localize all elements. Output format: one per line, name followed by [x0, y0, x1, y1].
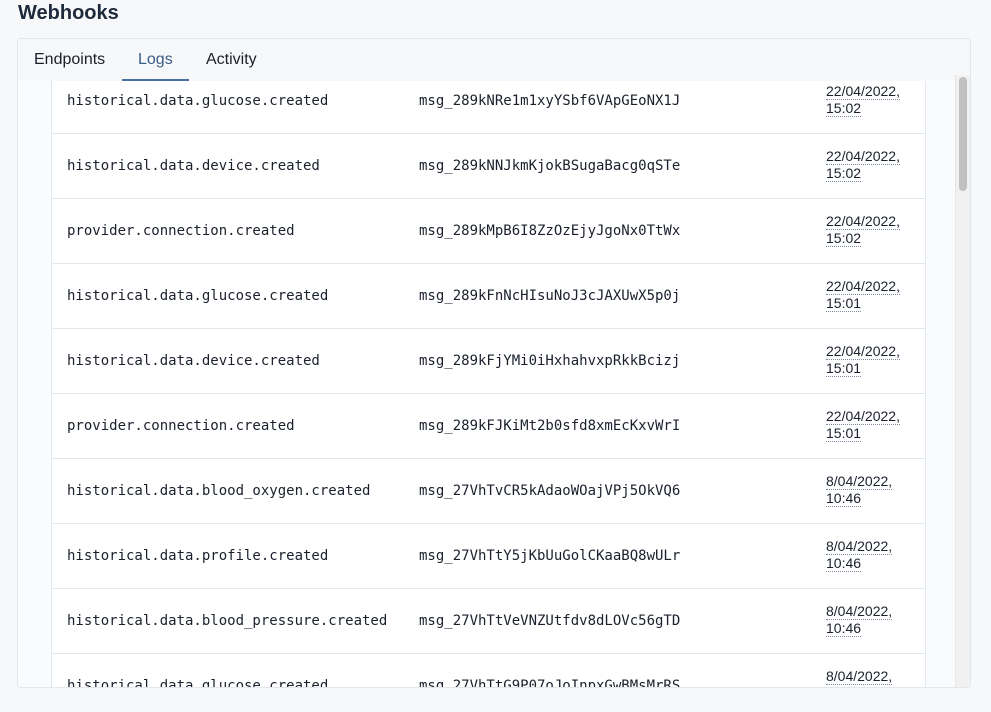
timestamp-date: 22/04/2022, — [826, 148, 900, 165]
timestamp-cell: 22/04/2022, 15:01 — [826, 343, 916, 377]
event-type-cell: historical.data.glucose.created — [67, 288, 329, 304]
timestamp-time: 15:01 — [826, 360, 862, 377]
timestamp-time: 15:01 — [826, 295, 862, 312]
message-id-cell: msg_289kNNJkmKjokBSugaBacg0qSTe — [419, 158, 681, 174]
timestamp-date: 22/04/2022, — [826, 408, 900, 425]
message-id-cell: msg_27VhTtVeVNZUtfdv8dLOVc56gTD — [419, 613, 681, 629]
timestamp-date: 22/04/2022, — [826, 278, 900, 295]
message-id-cell: msg_27VhTtG9P07oJoInpxGwBMsMrRS — [419, 678, 681, 687]
message-id-cell: msg_289kMpB6I8ZzOzEjyJgoNx0TtWx — [419, 223, 681, 239]
timestamp-date: 22/04/2022, — [826, 343, 900, 360]
table-row[interactable]: historical.data.blood_oxygen.created msg_… — [52, 459, 925, 524]
timestamp-date: 8/04/2022, — [826, 473, 893, 490]
timestamp-cell: 8/04/2022,10:46 — [826, 603, 916, 637]
message-id-cell: msg_289kFnNcHIsuNoJ3cJAXUwX5p0j — [419, 288, 681, 304]
timestamp-time: 15:02 — [826, 230, 862, 247]
timestamp-time: 10:46 — [826, 490, 862, 507]
message-id-cell: msg_289kFjYMi0iHxhahvxpRkkBcizj — [419, 353, 681, 369]
timestamp-time: 15:01 — [826, 425, 862, 442]
table-row[interactable]: historical.data.profile.created msg_27VhT… — [52, 524, 925, 589]
timestamp-time: 10:46 — [826, 620, 862, 637]
event-type-cell: historical.data.blood_oxygen.created — [67, 483, 371, 499]
table-row[interactable]: historical.data.device.created msg_289kNN… — [52, 134, 925, 199]
timestamp-cell: 22/04/2022, 15:01 — [826, 278, 916, 312]
scrollbar-thumb[interactable] — [959, 77, 967, 191]
event-type-cell: historical.data.profile.created — [67, 548, 329, 564]
table-row[interactable]: provider.connection.created msg_289kFJKiM… — [52, 394, 925, 459]
timestamp-cell: 22/04/2022, 15:02 — [826, 213, 916, 247]
timestamp-cell: 8/04/2022,10:46 — [826, 538, 916, 572]
timestamp-cell: 8/04/2022,10:46 — [826, 473, 916, 507]
timestamp-time: 15:02 — [826, 165, 862, 182]
event-type-cell: provider.connection.created — [67, 223, 295, 239]
timestamp-cell: 22/04/2022, 15:02 — [826, 83, 916, 117]
logs-table-body: historical.data.glucose.created msg_289kN… — [52, 81, 925, 687]
event-type-cell: historical.data.blood_pressure.created — [67, 613, 388, 629]
event-type-cell: historical.data.glucose.created — [67, 678, 329, 687]
timestamp-date: 22/04/2022, — [826, 213, 900, 230]
event-type-cell: historical.data.glucose.created — [67, 93, 329, 109]
table-row[interactable]: historical.data.glucose.created msg_27VhT… — [52, 654, 925, 687]
timestamp-cell: 22/04/2022, 15:02 — [826, 148, 916, 182]
table-row[interactable]: provider.connection.created msg_289kMpB6I… — [52, 199, 925, 264]
logs-table: historical.data.glucose.created msg_289kN… — [51, 81, 926, 687]
webhooks-panel: Endpoints Logs Activity historical.data.… — [17, 38, 971, 688]
timestamp-cell: 8/04/2022,10:46 — [826, 668, 916, 687]
timestamp-date: 8/04/2022, — [826, 538, 893, 555]
event-type-cell: historical.data.device.created — [67, 353, 320, 369]
message-id-cell: msg_289kNRe1m1xyYSbf6VApGEoNX1J — [419, 93, 681, 109]
tab-bar: Endpoints Logs Activity — [18, 39, 970, 82]
tab-endpoints[interactable]: Endpoints — [34, 39, 105, 80]
tab-logs[interactable]: Logs — [122, 39, 189, 81]
vertical-scrollbar[interactable] — [955, 75, 970, 687]
timestamp-date: 22/04/2022, — [826, 83, 900, 100]
message-id-cell: msg_289kFJKiMt2b0sfd8xmEcKxvWrI — [419, 418, 681, 434]
timestamp-date: 8/04/2022, — [826, 603, 893, 620]
logs-scroll-area[interactable]: historical.data.glucose.created msg_289kN… — [18, 81, 970, 687]
table-row[interactable]: historical.data.glucose.created msg_289kN… — [52, 81, 925, 134]
timestamp-time: 10:46 — [826, 685, 862, 687]
timestamp-time: 10:46 — [826, 555, 862, 572]
table-row[interactable]: historical.data.device.created msg_289kFj… — [52, 329, 925, 394]
table-row[interactable]: historical.data.glucose.created msg_289kF… — [52, 264, 925, 329]
timestamp-time: 15:02 — [826, 100, 862, 117]
timestamp-date: 8/04/2022, — [826, 668, 893, 685]
event-type-cell: historical.data.device.created — [67, 158, 320, 174]
message-id-cell: msg_27VhTvCR5kAdaoWOajVPj5OkVQ6 — [419, 483, 681, 499]
page-title: Webhooks — [18, 2, 119, 24]
tab-activity[interactable]: Activity — [206, 39, 257, 80]
message-id-cell: msg_27VhTtY5jKbUuGolCKaaBQ8wULr — [419, 548, 681, 564]
table-row[interactable]: historical.data.blood_pressure.created ms… — [52, 589, 925, 654]
timestamp-cell: 22/04/2022, 15:01 — [826, 408, 916, 442]
event-type-cell: provider.connection.created — [67, 418, 295, 434]
